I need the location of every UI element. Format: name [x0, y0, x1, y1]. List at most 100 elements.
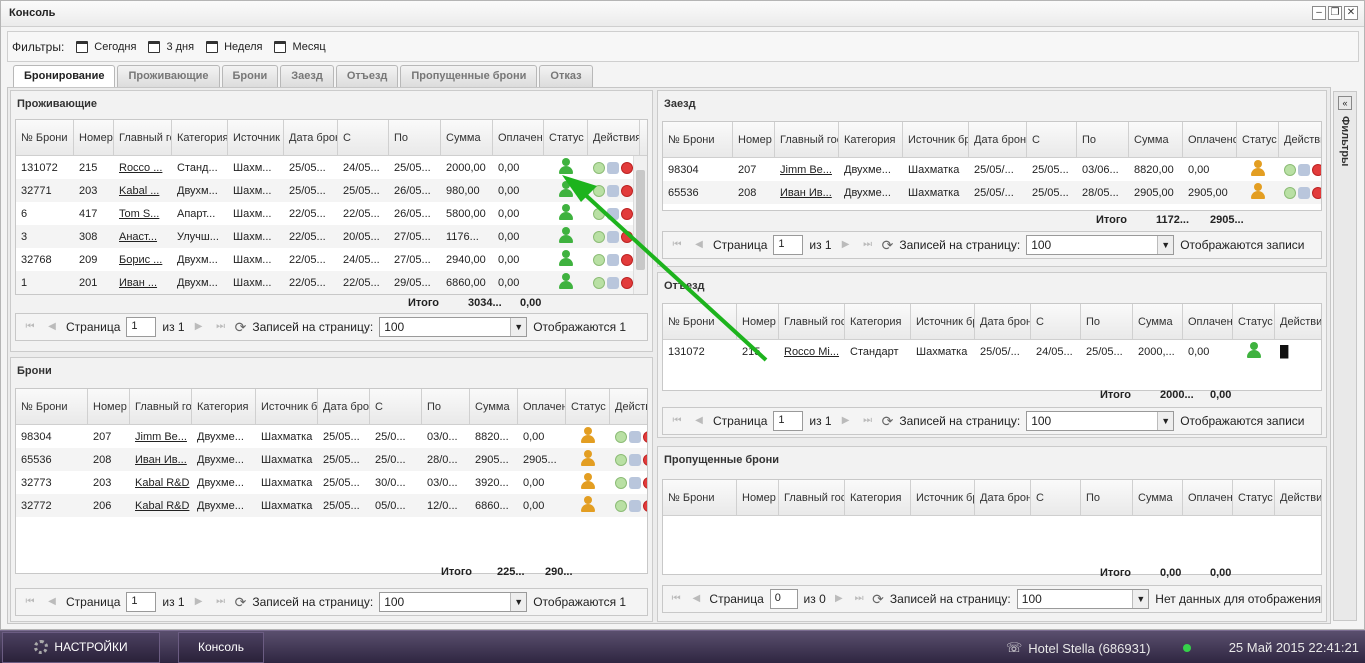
table-row[interactable]: 32771 203 Kabal ... Двухм... Шахм... 25/05...… — [16, 179, 647, 202]
cancel-icon[interactable] — [621, 184, 633, 197]
confirm-icon[interactable] — [615, 499, 627, 512]
chevron-down-icon[interactable]: ▼ — [1157, 236, 1174, 254]
column-header[interactable]: По — [1077, 122, 1129, 157]
guest-link[interactable]: Борис ... — [114, 254, 172, 266]
table-row[interactable]: 131072 215 Rocco ... Станд... Шахм... 25/05..… — [16, 156, 647, 179]
confirm-icon[interactable] — [615, 453, 627, 466]
guest-link[interactable]: Иван Ив... — [130, 454, 192, 466]
checkout-door-icon[interactable] — [1280, 344, 1289, 359]
cancel-icon[interactable] — [621, 207, 633, 220]
last-page-icon[interactable]: ⏭ — [213, 319, 229, 335]
guest-icon[interactable] — [629, 453, 641, 466]
next-page-icon[interactable]: ▶ — [191, 319, 207, 335]
column-header[interactable]: Главный гость — [779, 480, 845, 515]
column-header[interactable]: Статус — [1233, 480, 1275, 515]
table-row[interactable]: 65536 208 Иван Ив... Двухме... Шахматка 25/05… — [16, 448, 647, 471]
last-page-icon[interactable]: ⏭ — [860, 237, 876, 253]
column-header[interactable]: Сумма — [470, 389, 518, 424]
confirm-icon[interactable] — [593, 161, 605, 174]
first-page-icon[interactable]: ⏮ — [669, 413, 685, 429]
guest-icon[interactable] — [607, 230, 619, 243]
cancel-icon[interactable] — [1312, 163, 1321, 176]
first-page-icon[interactable]: ⏮ — [22, 594, 38, 610]
column-header[interactable]: Сумма — [1133, 480, 1183, 515]
confirm-icon[interactable] — [615, 476, 627, 489]
table-row[interactable]: 3 308 Анаст... Улучш... Шахм... 22/05... 20/05… — [16, 225, 647, 248]
confirm-icon[interactable] — [1284, 163, 1296, 176]
table-row[interactable]: 65536 208 Иван Ив... Двухме... Шахматка 25/05… — [663, 181, 1321, 204]
guest-link[interactable]: Иван ... — [114, 277, 172, 289]
console-button[interactable]: Консоль — [178, 631, 264, 663]
guest-link[interactable]: Анаст... — [114, 231, 172, 243]
prev-page-icon[interactable]: ◀ — [44, 319, 60, 335]
table-row[interactable]: 6 417 Tom S... Апарт... Шахм... 22/05... 22/05… — [16, 202, 647, 225]
per-page-select[interactable]: 100 ▼ — [379, 317, 528, 337]
per-page-select[interactable]: 100 ▼ — [1026, 235, 1175, 255]
column-header[interactable]: Категория — [845, 304, 911, 339]
refresh-icon[interactable]: ⟳ — [872, 591, 884, 608]
column-header[interactable]: № Брони — [663, 480, 737, 515]
column-header[interactable]: По — [389, 120, 441, 155]
guest-link[interactable]: Jimm Be... — [775, 164, 839, 176]
page-number-input[interactable]: 1 — [126, 592, 157, 612]
column-header[interactable]: С — [1027, 122, 1077, 157]
per-page-select[interactable]: 100 ▼ — [1016, 589, 1150, 609]
tab-checkout[interactable]: Отъезд — [335, 65, 399, 87]
guest-link[interactable]: Kabal R&D — [130, 500, 192, 512]
column-header[interactable]: Сумма — [441, 120, 493, 155]
column-header[interactable]: № Брони — [663, 122, 733, 157]
chevron-down-icon[interactable]: ▼ — [1132, 590, 1149, 608]
column-header[interactable]: Статус — [1233, 304, 1275, 339]
column-header[interactable]: Номер — [737, 304, 779, 339]
filter-week[interactable]: Неделя — [206, 40, 262, 53]
cancel-icon[interactable] — [643, 430, 647, 443]
guest-icon[interactable] — [1298, 163, 1310, 176]
refresh-icon[interactable]: ⟳ — [235, 319, 247, 336]
guest-link[interactable]: Иван Ив... — [775, 187, 839, 199]
tab-booking[interactable]: Бронирование — [13, 65, 116, 88]
column-header[interactable]: Действия — [1275, 304, 1321, 339]
column-header[interactable]: Номер — [88, 389, 130, 424]
tab-checkin[interactable]: Заезд — [280, 65, 334, 87]
table-row[interactable]: 32773 203 Kabal R&D Двухме... Шахматка 25/05.… — [16, 471, 647, 494]
cancel-icon[interactable] — [621, 161, 633, 174]
column-header[interactable]: Дата бронирования — [284, 120, 338, 155]
cancel-icon[interactable] — [621, 230, 633, 243]
confirm-icon[interactable] — [593, 253, 605, 266]
next-page-icon[interactable]: ▶ — [838, 413, 854, 429]
column-header[interactable]: Дата бронирования — [975, 304, 1031, 339]
filters-sidebar[interactable]: « Фильтры — [1333, 91, 1357, 621]
guest-link[interactable]: Rocco ... — [114, 162, 172, 174]
column-header[interactable]: С — [1031, 304, 1081, 339]
guest-icon[interactable] — [629, 476, 641, 489]
guest-icon[interactable] — [607, 184, 619, 197]
column-header[interactable]: Главный гость — [775, 122, 839, 157]
refresh-icon[interactable]: ⟳ — [882, 237, 894, 254]
column-header[interactable]: Главный гость — [114, 120, 172, 155]
settings-button[interactable]: НАСТРОЙКИ — [2, 631, 160, 663]
column-header[interactable]: Дата бронирования — [969, 122, 1027, 157]
column-header[interactable]: Действия — [1279, 122, 1321, 157]
guest-icon[interactable] — [1298, 186, 1310, 199]
guest-icon[interactable] — [629, 430, 641, 443]
column-header[interactable]: Действия — [588, 120, 640, 155]
per-page-select[interactable]: 100 ▼ — [379, 592, 528, 612]
tab-refusal[interactable]: Отказ — [539, 65, 593, 87]
filter-today[interactable]: Сегодня — [76, 40, 136, 53]
column-header[interactable]: Оплачено — [1183, 122, 1237, 157]
column-header[interactable]: С — [370, 389, 422, 424]
cancel-icon[interactable] — [621, 253, 633, 266]
confirm-icon[interactable] — [593, 276, 605, 289]
column-header[interactable]: Категория — [839, 122, 903, 157]
confirm-icon[interactable] — [1284, 186, 1296, 199]
chevron-down-icon[interactable]: ▼ — [510, 318, 527, 336]
refresh-icon[interactable]: ⟳ — [235, 594, 247, 611]
column-header[interactable]: Дата бронирования — [975, 480, 1031, 515]
vertical-scrollbar[interactable] — [633, 156, 647, 294]
page-number-input[interactable]: 0 — [769, 589, 798, 609]
column-header[interactable]: По — [1081, 304, 1133, 339]
column-header[interactable]: Категория — [845, 480, 911, 515]
first-page-icon[interactable]: ⏮ — [669, 237, 685, 253]
column-header[interactable]: Источник бронирования — [911, 480, 975, 515]
table-row[interactable]: 131072 215 Rocco Mi... Стандарт Шахматка 25/0… — [663, 340, 1321, 363]
